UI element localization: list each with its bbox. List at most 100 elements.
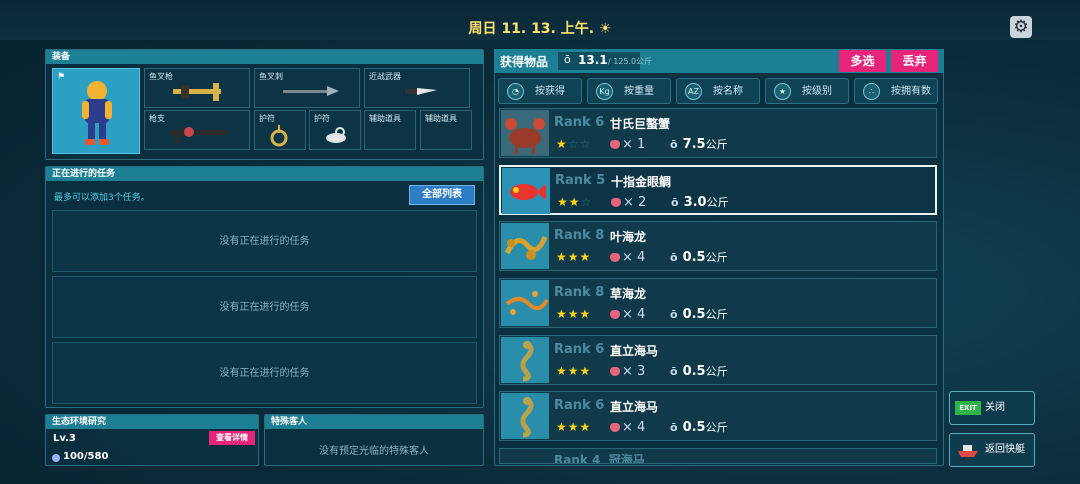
- ecology-progress-text: 100/580: [63, 451, 109, 462]
- list-item[interactable]: Rank 8 草海龙 ★★★ × 4 ō 0.5公斤: [499, 278, 937, 328]
- weedy-seadragon-thumbnail: [501, 280, 549, 326]
- name-sort-icon: AZ: [685, 83, 702, 100]
- gem-icon: [610, 310, 620, 319]
- tab-sort-rank[interactable]: ★ 按级别: [765, 78, 849, 104]
- slot-gun[interactable]: 枪支: [144, 110, 250, 150]
- equipment-panel: 装备 ⚑ 鱼叉枪 鱼叉刺 近战武器 枪支 护符 护符 辅助道具 辅助道具: [45, 49, 484, 160]
- tab-sort-count[interactable]: ∴ 按拥有数: [854, 78, 938, 104]
- item-rank: Rank 6: [554, 398, 605, 413]
- return-to-boat-button[interactable]: 返回快艇: [949, 433, 1035, 467]
- weight-scale-icon: ō: [670, 308, 678, 321]
- items-panel-header: 获得物品 ō 13.1 / 125.0公斤 多选 丢弃: [494, 49, 944, 73]
- slot-label: 护符: [259, 114, 275, 123]
- close-label: 关闭: [985, 402, 1005, 413]
- list-item[interactable]: Rank 6 直立海马 ★★★ × 3 ō 0.5公斤: [499, 335, 937, 385]
- count-icon: ∴: [863, 83, 880, 100]
- slot-aux-2[interactable]: 辅助道具: [420, 110, 472, 150]
- list-item-selected[interactable]: Rank 5 十指金眼鲷 ★★☆ × 2 ō 3.0公斤: [499, 165, 937, 215]
- clock-icon: ◔: [507, 83, 524, 100]
- star-rating: ★★★: [556, 250, 592, 264]
- item-name: 十指金眼鲷: [611, 175, 672, 189]
- item-weight: ō 3.0公斤: [671, 195, 729, 210]
- slot-charm-2[interactable]: 护符: [309, 110, 361, 150]
- item-weight: ō 0.5公斤: [670, 364, 728, 379]
- weight-scale-icon: ō: [670, 251, 678, 264]
- gem-icon: [611, 198, 621, 207]
- slot-label: 近战武器: [369, 72, 401, 81]
- star-rating: ★☆☆: [556, 137, 592, 151]
- slot-label: 鱼叉刺: [259, 72, 283, 81]
- missions-panel: 正在进行的任务 最多可以添加3个任务。 全部列表 没有正在进行的任务 没有正在进…: [45, 166, 484, 408]
- slot-label: 辅助道具: [425, 114, 457, 123]
- gem-icon: [610, 140, 620, 149]
- list-item[interactable]: Rank 8 叶海龙 ★★★ × 4 ō 0.5公斤: [499, 221, 937, 271]
- ecology-title: 生态环境研究: [46, 415, 258, 429]
- item-rank: Rank 6: [554, 115, 605, 130]
- close-button[interactable]: EXIT 关闭: [949, 391, 1035, 425]
- star-rating: ★★☆: [557, 195, 593, 209]
- item-weight: ō 7.5公斤: [670, 137, 728, 152]
- slot-label: 枪支: [149, 114, 165, 123]
- diver-figure: [82, 81, 112, 145]
- weight-scale-icon: ō: [671, 196, 679, 209]
- slot-harpoon-gun[interactable]: 鱼叉枪: [144, 68, 250, 108]
- item-name: 直立海马: [610, 400, 659, 414]
- item-name: 草海龙: [610, 287, 647, 301]
- list-item-partial[interactable]: Rank 4 冠海马: [499, 448, 937, 464]
- item-name: 叶海龙: [610, 230, 647, 244]
- list-item[interactable]: Rank 6 甘氏巨螯蟹 ★☆☆ × 1 ō 7.5公斤: [499, 108, 937, 158]
- view-details-button[interactable]: 查看详情: [209, 431, 255, 445]
- crab-thumbnail: [501, 110, 549, 156]
- item-weight: ō 0.5公斤: [670, 250, 728, 265]
- ecology-panel: 生态环境研究 Lv.3 查看详情 100/580: [45, 414, 259, 466]
- carry-capacity: / 125.0公斤: [608, 57, 653, 66]
- item-count: × 4: [610, 250, 645, 265]
- all-list-button[interactable]: 全部列表: [409, 185, 475, 205]
- diver-avatar[interactable]: ⚑: [52, 68, 140, 154]
- gem-icon: [610, 423, 620, 432]
- slot-label: 辅助道具: [369, 114, 401, 123]
- special-guest-empty: 没有预定光临的特殊客人: [319, 446, 429, 457]
- tab-sort-name[interactable]: AZ 按名称: [676, 78, 760, 104]
- mission-slot-3[interactable]: 没有正在进行的任务: [52, 342, 477, 404]
- item-weight: ō 0.5公斤: [670, 420, 728, 435]
- item-count: × 2: [611, 195, 646, 210]
- slot-label: 护符: [314, 114, 330, 123]
- slot-melee[interactable]: 近战武器: [364, 68, 470, 108]
- seahorse-thumbnail: [501, 393, 549, 439]
- settings-gear-icon[interactable]: ⚙: [1010, 16, 1032, 38]
- special-guest-panel: 特殊客人 没有预定光临的特殊客人: [264, 414, 484, 466]
- slot-aux-1[interactable]: 辅助道具: [364, 110, 416, 150]
- multi-select-button[interactable]: 多选: [839, 50, 886, 72]
- mission-slot-2[interactable]: 没有正在进行的任务: [52, 276, 477, 338]
- mission-slot-1[interactable]: 没有正在进行的任务: [52, 210, 477, 272]
- sort-tabs: ◔ 按获得 Kg 按重量 AZ 按名称 ★ 按级别 ∴ 按拥有数: [498, 78, 938, 104]
- missions-hint: 最多可以添加3个任务。: [54, 193, 150, 203]
- weight-scale-icon: ō: [670, 138, 678, 151]
- weight-scale-icon: ō: [670, 365, 678, 378]
- item-partial-label: Rank 4 冠海马: [554, 453, 645, 464]
- item-rank: Rank 5: [555, 173, 606, 188]
- gem-icon: [610, 253, 620, 262]
- tab-sort-acquired[interactable]: ◔ 按获得: [498, 78, 582, 104]
- gem-icon: [610, 367, 620, 376]
- items-panel-title: 获得物品: [500, 55, 549, 69]
- star-rating: ★★★: [556, 420, 592, 434]
- item-rank: Rank 8: [554, 228, 605, 243]
- star-rating: ★★★: [556, 364, 592, 378]
- item-count: × 1: [610, 137, 645, 152]
- item-name: 直立海马: [610, 344, 659, 358]
- boat-icon: [958, 445, 978, 457]
- slot-charm-1[interactable]: 护符: [254, 110, 306, 150]
- seahorse-thumbnail: [501, 337, 549, 383]
- slot-harpoon-head[interactable]: 鱼叉刺: [254, 68, 360, 108]
- item-count: × 4: [610, 420, 645, 435]
- flag-icon: ⚑: [57, 72, 66, 82]
- tab-sort-weight[interactable]: Kg 按重量: [587, 78, 671, 104]
- item-weight: ō 0.5公斤: [670, 307, 728, 322]
- special-guest-title: 特殊客人: [265, 415, 483, 429]
- ecology-level: Lv.3: [53, 433, 76, 444]
- item-name: 甘氏巨螯蟹: [610, 117, 671, 131]
- list-item[interactable]: Rank 6 直立海马 ★★★ × 4 ō 0.5公斤: [499, 391, 937, 441]
- discard-button[interactable]: 丢弃: [891, 50, 938, 72]
